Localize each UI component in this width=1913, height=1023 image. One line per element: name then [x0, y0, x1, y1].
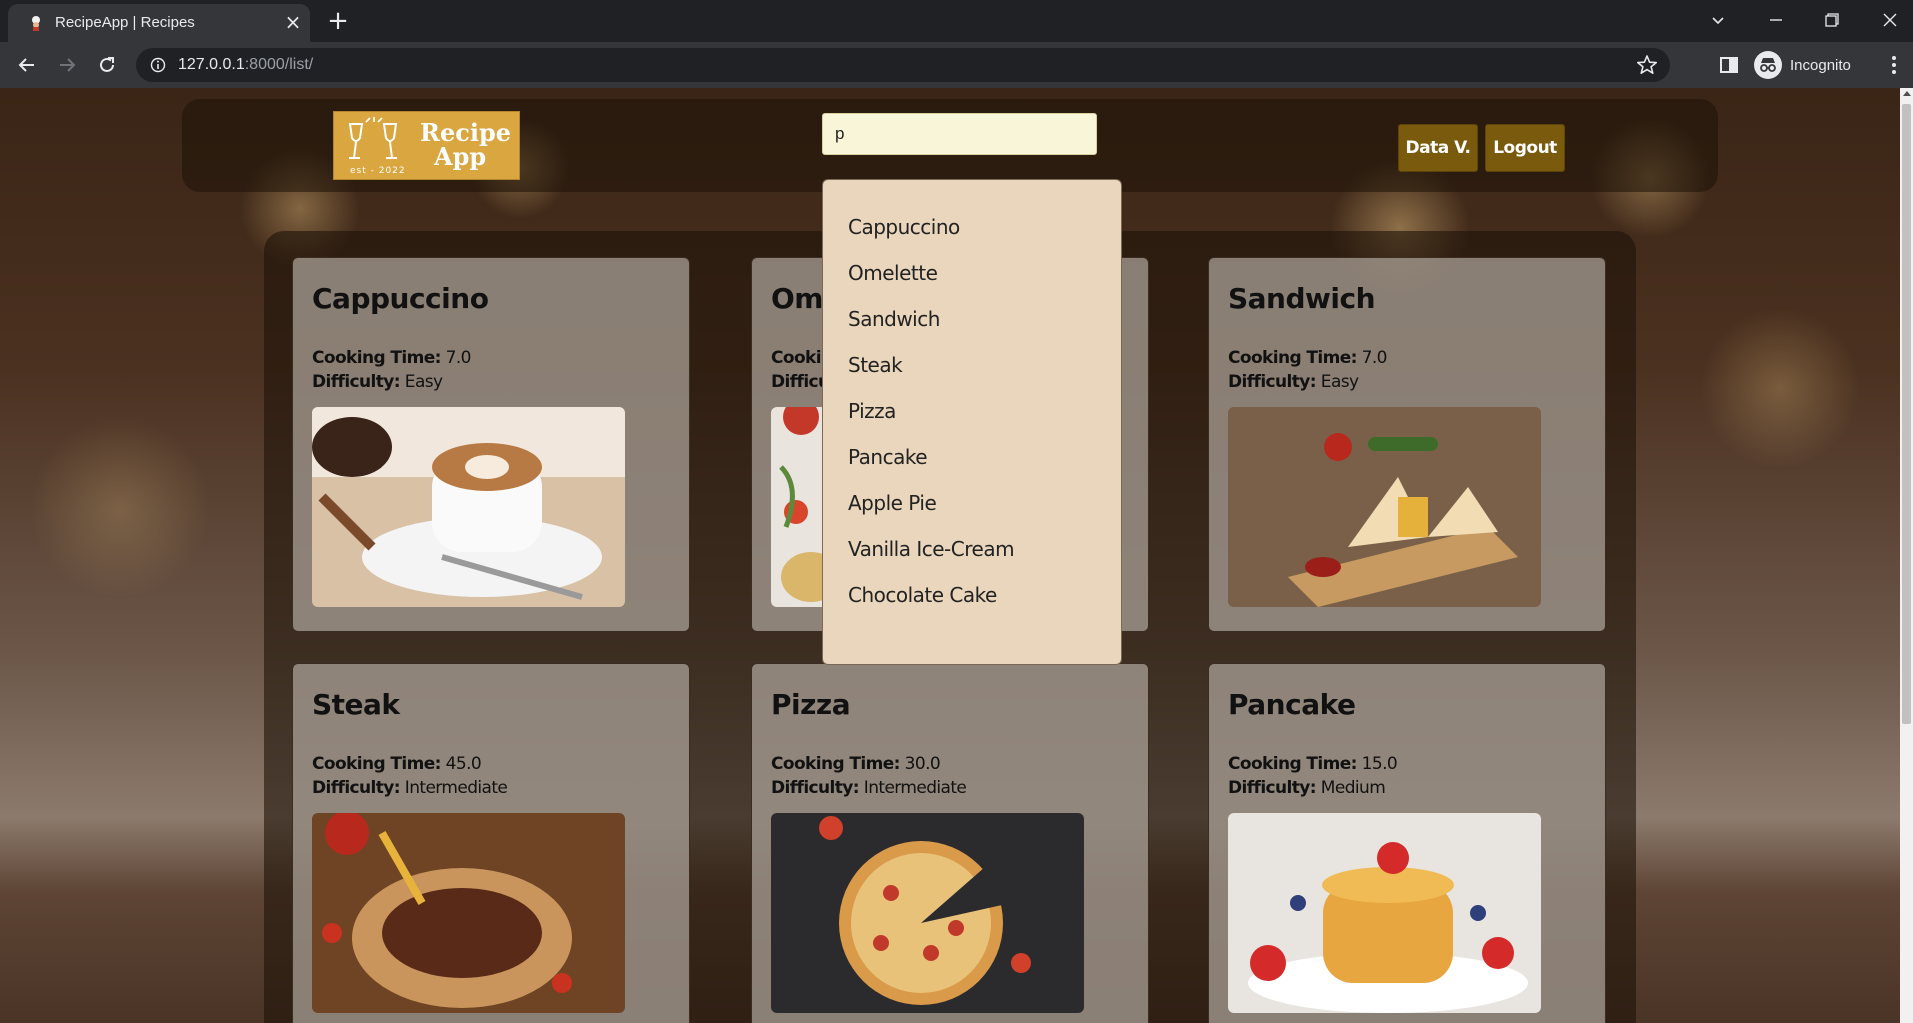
difficulty-line: Difficulty: Intermediate: [312, 778, 508, 798]
cooking-time-value: 7.0: [1361, 348, 1388, 368]
browser-tab[interactable]: RecipeApp | Recipes ×: [8, 4, 310, 42]
bookmark-star-icon[interactable]: [1636, 54, 1658, 76]
tab-close-icon[interactable]: ×: [282, 11, 304, 33]
address-bar[interactable]: 127.0.0.1:8000/list/: [136, 48, 1670, 82]
cooking-time-label: Cooking Time:: [312, 348, 441, 368]
difficulty-line: Difficulty: Easy: [312, 372, 443, 392]
cooking-time-line: Cooking Time: 7.0: [1228, 348, 1387, 368]
cooking-time-line: Cooking Time: 7.0: [312, 348, 471, 368]
scrollbar-thumb[interactable]: [1902, 104, 1911, 724]
logo-text-line2: App: [434, 142, 487, 171]
url-path: :8000/list/: [244, 56, 314, 73]
cooking-time-line: Cooking Time: 30.0: [771, 754, 941, 774]
side-panel-icon[interactable]: [1718, 54, 1740, 76]
difficulty-label: Difficulty:: [771, 778, 860, 798]
minimize-icon[interactable]: [1762, 6, 1790, 34]
incognito-icon: [1754, 51, 1782, 79]
page-viewport: Recipe App est - 2022 Data V. Logout Cap…: [0, 88, 1900, 1023]
recipe-title[interactable]: Steak: [312, 688, 400, 721]
cooking-time-line: Cooking Time: 15.0: [1228, 754, 1398, 774]
forward-arrow-icon[interactable]: [52, 50, 82, 80]
cooking-time-label: Cooking Time:: [312, 754, 441, 774]
cooking-time-value: 7.0: [445, 348, 472, 368]
recipe-title[interactable]: Cappuccino: [312, 282, 489, 315]
cooking-time-value: 15.0: [1361, 754, 1398, 774]
url-host: 127.0.0.1: [178, 56, 245, 73]
page-scrollbar[interactable]: [1900, 88, 1913, 1023]
cooking-time-label: Cooking Time:: [1228, 348, 1357, 368]
difficulty-label: Difficulty:: [312, 372, 401, 392]
browser-menu-icon[interactable]: [1884, 54, 1904, 76]
difficulty-line: Difficulty: Medium: [1228, 778, 1386, 798]
chef-favicon-icon: [32, 16, 40, 31]
recipe-title[interactable]: Pancake: [1228, 688, 1356, 721]
data-visualization-button[interactable]: Data V.: [1398, 124, 1478, 172]
difficulty-value: Medium: [1320, 778, 1386, 798]
search-suggestion-item[interactable]: Chocolate Cake: [823, 583, 1121, 629]
cooking-time-value: 45.0: [445, 754, 482, 774]
search-suggestions-dropdown: Cappuccino Omelette Sandwich Steak Pizza Panc…: [822, 179, 1122, 665]
recipe-card[interactable]: Pancake Cooking Time: 15.0 Difficulty: M…: [1208, 663, 1606, 1023]
cooking-time-line: Cooking Time: 45.0: [312, 754, 482, 774]
recipe-title[interactable]: Pizza: [771, 688, 851, 721]
tab-search-chevron-icon[interactable]: [1704, 6, 1732, 34]
cooking-time-label: Cooking Time:: [771, 754, 900, 774]
search-suggestion-item[interactable]: Vanilla Ice-Cream: [823, 537, 1121, 583]
difficulty-value: Easy: [404, 372, 443, 392]
browser-toolbar: 127.0.0.1:8000/list/ Incognito: [0, 42, 1913, 88]
difficulty-label: Difficulty:: [312, 778, 401, 798]
search-suggestion-item[interactable]: Omelette: [823, 261, 1121, 307]
recipe-app-logo[interactable]: Recipe App est - 2022: [333, 111, 520, 180]
url-text: 127.0.0.1:8000/list/: [178, 56, 313, 74]
difficulty-value: Intermediate: [863, 778, 967, 798]
recipe-card[interactable]: Cappuccino Cooking Time: 7.0 Difficulty:…: [292, 257, 690, 632]
search-suggestion-item[interactable]: Sandwich: [823, 307, 1121, 353]
search-suggestion-item[interactable]: Pancake: [823, 445, 1121, 491]
sandwich-photo[interactable]: [1228, 407, 1541, 607]
difficulty-value: Intermediate: [404, 778, 508, 798]
recipe-card[interactable]: Sandwich Cooking Time: 7.0 Difficulty: E…: [1208, 257, 1606, 632]
difficulty-label: Difficulty:: [1228, 372, 1317, 392]
recipe-search-input[interactable]: [822, 113, 1097, 155]
scroll-up-arrow-icon[interactable]: [1903, 91, 1911, 96]
browser-tabstrip: RecipeApp | Recipes × +: [0, 0, 1913, 42]
cappuccino-photo[interactable]: [312, 407, 625, 607]
site-info-icon[interactable]: [150, 57, 166, 73]
incognito-profile-button[interactable]: Incognito: [1754, 50, 1851, 80]
close-window-icon[interactable]: [1876, 6, 1904, 34]
logout-button[interactable]: Logout: [1485, 124, 1565, 172]
incognito-label: Incognito: [1790, 56, 1851, 74]
search-suggestion-item[interactable]: Cappuccino: [823, 215, 1121, 261]
cooking-time-label: Cooking Time:: [1228, 754, 1357, 774]
new-tab-plus-icon[interactable]: +: [324, 8, 352, 36]
cheers-glasses-icon: [348, 117, 398, 159]
search-suggestion-item[interactable]: Apple Pie: [823, 491, 1121, 537]
pancake-photo[interactable]: [1228, 813, 1541, 1013]
pizza-photo[interactable]: [771, 813, 1084, 1013]
reload-icon[interactable]: [92, 50, 122, 80]
steak-photo[interactable]: [312, 813, 625, 1013]
difficulty-label: Difficulty:: [1228, 778, 1317, 798]
restore-icon[interactable]: [1818, 6, 1846, 34]
difficulty-line: Difficulty: Intermediate: [771, 778, 967, 798]
search-suggestion-item[interactable]: Steak: [823, 353, 1121, 399]
recipe-title[interactable]: Sandwich: [1228, 282, 1376, 315]
difficulty-line: Difficulty: Easy: [1228, 372, 1359, 392]
recipe-card[interactable]: Pizza Cooking Time: 30.0 Difficulty: Int…: [751, 663, 1149, 1023]
back-arrow-icon[interactable]: [12, 50, 42, 80]
cooking-time-value: 30.0: [904, 754, 941, 774]
logo-established: est - 2022: [350, 166, 406, 176]
tab-title: RecipeApp | Recipes: [55, 14, 195, 31]
search-suggestion-item[interactable]: Pizza: [823, 399, 1121, 445]
recipe-card[interactable]: Steak Cooking Time: 45.0 Difficulty: Int…: [292, 663, 690, 1023]
difficulty-value: Easy: [1320, 372, 1359, 392]
